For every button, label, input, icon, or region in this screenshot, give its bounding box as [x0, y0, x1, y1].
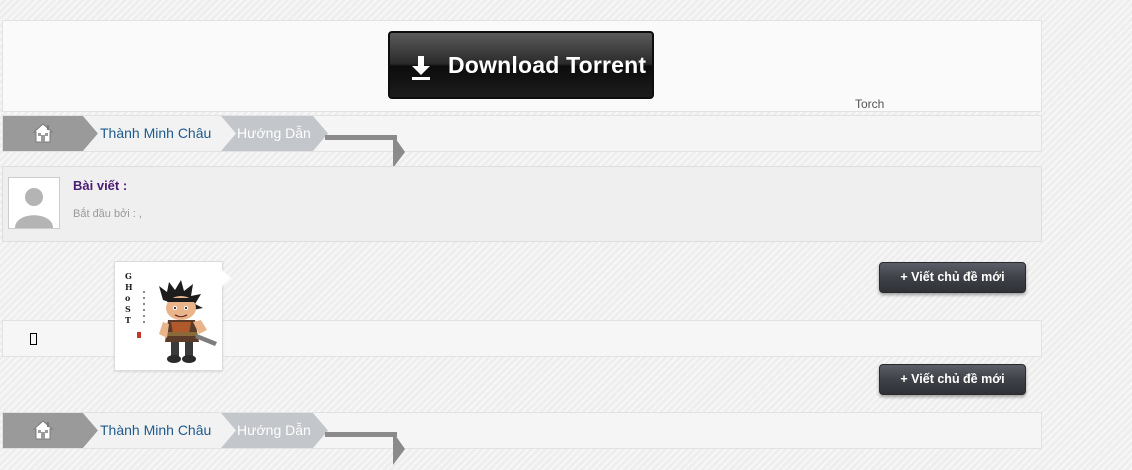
new-thread-button[interactable]: + Viết chủ đề mới	[879, 262, 1026, 293]
download-arrow-icon	[412, 56, 430, 80]
download-torrent-button[interactable]: Download Torrent	[388, 31, 654, 99]
image-card: G H o S T	[114, 261, 231, 371]
home-icon[interactable]	[32, 419, 54, 441]
breadcrumb-current-link[interactable]: Hướng Dẫn	[237, 413, 311, 448]
ghost-character-icon	[137, 280, 217, 363]
breadcrumb-arrow-tail	[325, 135, 405, 168]
thread-info-box: Bài viết : Bắt đầu bởi : ,	[2, 166, 1042, 242]
download-torrent-label: Download Torrent	[448, 52, 647, 78]
card-pointer	[222, 270, 231, 286]
new-thread-button-bottom[interactable]: + Viết chủ đề mới	[879, 364, 1026, 395]
download-banner: Download Torrent Torch	[2, 20, 1042, 112]
default-user-icon	[9, 178, 59, 228]
breadcrumb-forum-link[interactable]: Thành Minh Châu	[100, 116, 211, 151]
breadcrumb-bottom: Thành Minh Châu Hướng Dẫn	[2, 412, 1042, 465]
breadcrumb-forum-link[interactable]: Thành Minh Châu	[100, 413, 211, 448]
post-started-by: Bắt đầu bởi : ,	[73, 208, 142, 220]
home-icon[interactable]	[32, 122, 54, 144]
breadcrumb-arrow-tail	[325, 432, 405, 465]
post-title: Bài viết :	[73, 178, 128, 193]
breadcrumb: Thành Minh Châu Hướng Dẫn	[2, 115, 1042, 168]
avatar[interactable]	[8, 177, 60, 229]
breadcrumb-current-link[interactable]: Hướng Dẫn	[237, 116, 311, 151]
missing-glyph-icon	[30, 333, 37, 345]
torch-link[interactable]: Torch	[855, 97, 884, 111]
